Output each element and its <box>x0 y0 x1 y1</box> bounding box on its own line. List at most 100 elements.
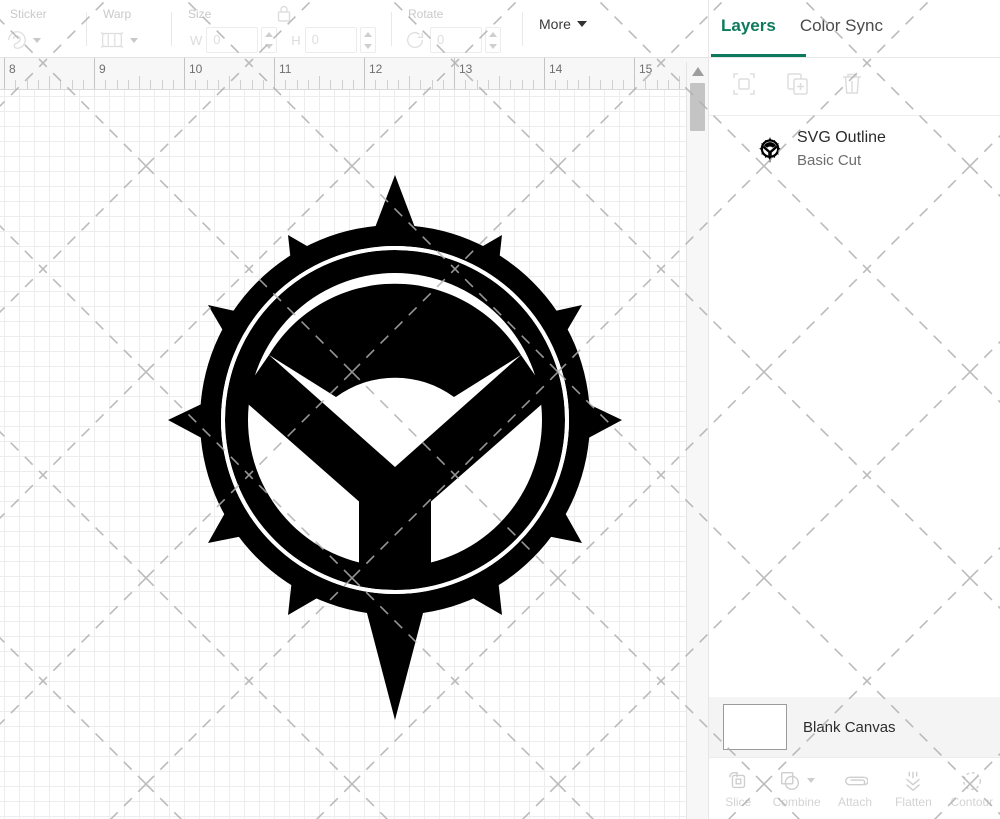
top-toolbar: Sticker Warp Size W 0 H 0 Rotate 0 More <box>0 0 708 58</box>
ruler-minor-tick <box>172 80 174 89</box>
ruler-tick-label: 8 <box>9 62 16 76</box>
ruler-minor-tick <box>589 76 590 89</box>
ruler-minor-tick <box>251 80 253 89</box>
blank-canvas-row[interactable]: Blank Canvas <box>709 697 1000 757</box>
warp-chevron-down-icon[interactable] <box>130 37 138 43</box>
height-tag: H <box>291 32 301 48</box>
toolbar-divider-3 <box>391 11 392 46</box>
attach-button[interactable]: Attach <box>826 769 884 809</box>
blank-canvas-thumbnail <box>723 704 787 750</box>
combine-chevron-down-icon[interactable] <box>807 778 816 783</box>
ruler-minor-tick <box>499 76 500 89</box>
group-icon[interactable] <box>731 71 757 102</box>
contour-button[interactable]: Contour <box>943 769 1000 809</box>
svg-outline-artwork[interactable] <box>152 175 638 720</box>
ruler-major-tick: 13 <box>454 58 472 89</box>
ruler-minor-tick <box>206 80 208 89</box>
app-root: Sticker Warp Size W 0 H 0 Rotate 0 More … <box>0 0 1000 819</box>
width-tag: W <box>190 32 203 48</box>
layer-tools-toolbar: Slice Combine Attach Flatten Contour <box>709 757 1000 819</box>
rotate-label: Rotate <box>408 7 444 21</box>
ruler-minor-tick <box>262 80 264 89</box>
scrollbar-thumb[interactable] <box>690 83 705 131</box>
ruler-tick-label: 14 <box>549 62 563 76</box>
contour-label: Contour <box>950 794 994 809</box>
ruler-tick-label: 12 <box>369 62 383 76</box>
ruler-minor-tick <box>217 80 219 89</box>
more-button[interactable]: More <box>539 16 587 32</box>
layer-subtitle: Basic Cut <box>797 152 862 169</box>
ruler-minor-tick <box>161 80 163 89</box>
toolbar-group-warp: Warp <box>93 0 165 58</box>
attach-icon <box>842 769 869 793</box>
combine-icon <box>778 769 816 793</box>
slice-button[interactable]: Slice <box>709 769 767 809</box>
ruler-minor-tick <box>420 80 422 89</box>
ruler-major-tick: 11 <box>274 58 291 89</box>
contour-icon <box>960 769 984 793</box>
lock-icon[interactable] <box>275 4 293 29</box>
flatten-label: Flatten <box>895 794 932 809</box>
scroll-up-arrow-icon[interactable] <box>692 67 704 76</box>
ruler-major-tick: 9 <box>94 58 106 89</box>
flatten-button[interactable]: Flatten <box>884 769 942 809</box>
ruler-minor-tick <box>37 80 39 89</box>
ruler-minor-tick <box>510 80 512 89</box>
ruler-minor-tick <box>622 80 624 89</box>
ruler-minor-tick <box>566 80 568 89</box>
ruler-minor-tick <box>667 80 669 89</box>
ruler-minor-tick <box>476 80 478 89</box>
ruler-minor-tick <box>555 80 557 89</box>
delete-icon[interactable] <box>839 71 865 102</box>
ruler-minor-tick <box>645 80 647 89</box>
active-tab-underline <box>711 54 806 57</box>
horizontal-ruler[interactable]: 8 9 10 11 12 13 14 15 <box>0 58 708 90</box>
ruler-minor-tick <box>679 76 680 89</box>
ruler-minor-tick <box>82 80 84 89</box>
layer-list: SVG Outline Basic Cut <box>709 116 1000 183</box>
canvas-vertical-scrollbar[interactable] <box>686 62 708 819</box>
combine-label: Combine <box>772 794 821 809</box>
toolbar-divider-2 <box>171 11 172 46</box>
tab-layers[interactable]: Layers <box>709 14 788 38</box>
width-input[interactable]: 0 <box>206 27 259 53</box>
sticker-chevron-down-icon[interactable] <box>33 37 41 43</box>
ruler-minor-tick <box>611 80 613 89</box>
more-label: More <box>539 16 571 32</box>
ruler-major-tick: 14 <box>544 58 562 89</box>
ruler-minor-tick <box>397 80 399 89</box>
sticker-label: Sticker <box>10 7 47 21</box>
ruler-minor-tick <box>656 80 658 89</box>
ruler-minor-tick <box>26 80 28 89</box>
rotate-stepper[interactable] <box>485 27 501 53</box>
ruler-minor-tick <box>15 80 17 89</box>
svg-outline-thumb-icon <box>757 136 783 163</box>
design-canvas[interactable] <box>0 90 686 819</box>
ruler-minor-tick <box>195 80 197 89</box>
ruler-tick-label: 13 <box>459 62 473 76</box>
rotate-input[interactable]: 0 <box>430 27 482 53</box>
duplicate-icon[interactable] <box>785 71 811 102</box>
ruler-tick-label: 10 <box>189 62 203 76</box>
warp-icon[interactable] <box>99 30 125 50</box>
ruler-minor-tick <box>139 76 140 89</box>
height-stepper[interactable] <box>359 27 376 53</box>
panel-tabs: Layers Color Sync <box>709 0 1000 58</box>
ruler-minor-tick <box>600 80 602 89</box>
blank-canvas-label: Blank Canvas <box>803 718 896 736</box>
list-item[interactable]: SVG Outline Basic Cut <box>709 116 1000 183</box>
tab-color-sync[interactable]: Color Sync <box>788 14 895 38</box>
toolbar-group-size: Size W 0 H 0 <box>178 0 385 58</box>
ruler-minor-tick <box>341 80 343 89</box>
width-stepper[interactable] <box>261 27 278 53</box>
rotate-icon[interactable] <box>404 29 426 51</box>
ruler-minor-tick <box>49 76 50 89</box>
ruler-minor-tick <box>229 76 230 89</box>
ruler-minor-tick <box>285 80 287 89</box>
height-input[interactable]: 0 <box>304 27 357 53</box>
ruler-major-tick: 10 <box>184 58 202 89</box>
sticker-icon[interactable] <box>6 29 28 51</box>
combine-button[interactable]: Combine <box>767 769 825 809</box>
more-chevron-down-icon <box>576 21 587 27</box>
ruler-major-tick: 12 <box>364 58 382 89</box>
